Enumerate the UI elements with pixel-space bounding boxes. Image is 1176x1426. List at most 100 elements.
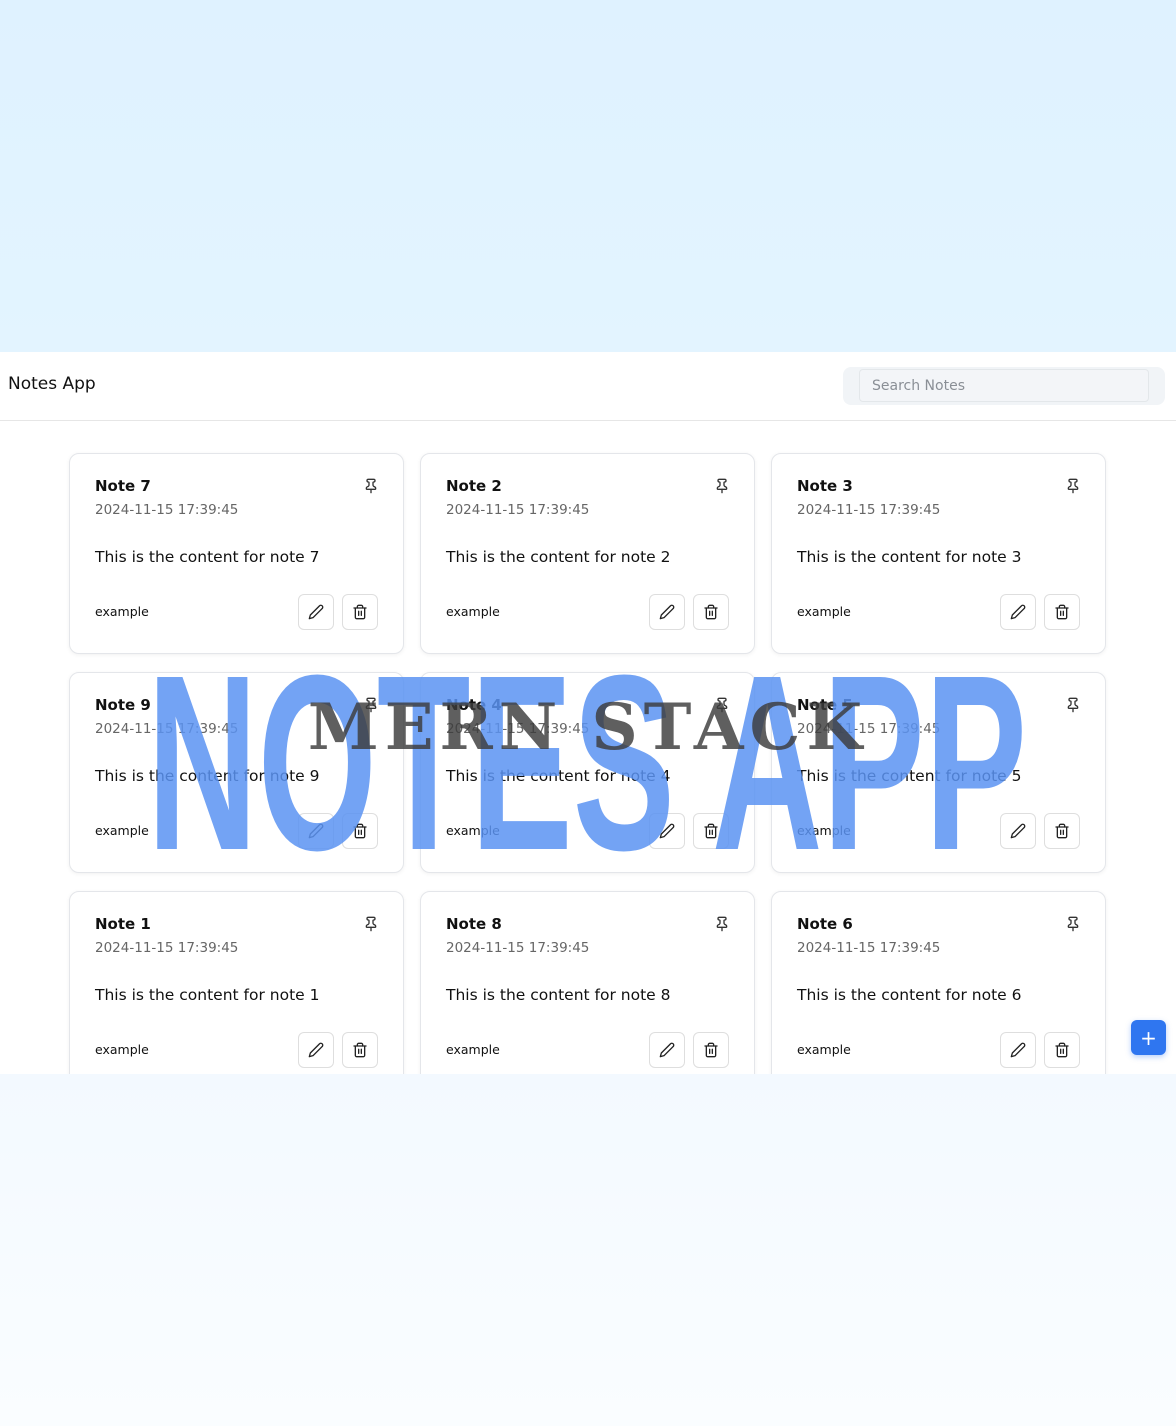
delete-button[interactable]: [342, 594, 378, 630]
bottom-background: [0, 1074, 1176, 1426]
delete-button[interactable]: [1044, 813, 1080, 849]
note-tag: example: [446, 1042, 500, 1057]
note-tag: example: [95, 1042, 149, 1057]
edit-button[interactable]: [649, 1032, 685, 1068]
note-content: This is the content for note 2: [446, 548, 671, 566]
note-card[interactable]: Note 3 2024-11-15 17:39:45 This is the c…: [771, 453, 1106, 654]
note-content: This is the content for note 8: [446, 986, 671, 1004]
pin-icon[interactable]: [1065, 697, 1081, 713]
trash-icon: [352, 823, 368, 839]
search-container: [843, 367, 1165, 405]
notes-app-screenshot: Notes App Note 7 2024-11-15 17:39:45 Thi…: [0, 352, 1176, 1074]
trash-icon: [352, 1042, 368, 1058]
note-content: This is the content for note 1: [95, 986, 320, 1004]
pencil-icon: [308, 1042, 324, 1058]
delete-button[interactable]: [693, 594, 729, 630]
search-input[interactable]: [859, 369, 1149, 402]
pin-icon[interactable]: [714, 478, 730, 494]
note-date: 2024-11-15 17:39:45: [797, 502, 941, 518]
pin-icon[interactable]: [714, 916, 730, 932]
edit-button[interactable]: [649, 813, 685, 849]
note-card[interactable]: Note 2 2024-11-15 17:39:45 This is the c…: [420, 453, 755, 654]
pin-icon[interactable]: [363, 478, 379, 494]
note-date: 2024-11-15 17:39:45: [446, 940, 590, 956]
note-date: 2024-11-15 17:39:45: [797, 940, 941, 956]
note-title: Note 8: [446, 915, 502, 933]
trash-icon: [1054, 604, 1070, 620]
pencil-icon: [308, 823, 324, 839]
notes-grid: Note 7 2024-11-15 17:39:45 This is the c…: [69, 453, 1106, 1074]
note-tag: example: [797, 1042, 851, 1057]
note-card[interactable]: Note 7 2024-11-15 17:39:45 This is the c…: [69, 453, 404, 654]
edit-button[interactable]: [649, 594, 685, 630]
edit-button[interactable]: [298, 594, 334, 630]
trash-icon: [1054, 823, 1070, 839]
navbar: Notes App: [0, 352, 1176, 421]
note-date: 2024-11-15 17:39:45: [446, 502, 590, 518]
delete-button[interactable]: [1044, 1032, 1080, 1068]
trash-icon: [703, 1042, 719, 1058]
note-card[interactable]: Note 8 2024-11-15 17:39:45 This is the c…: [420, 891, 755, 1074]
note-title: Note 6: [797, 915, 853, 933]
trash-icon: [703, 823, 719, 839]
pin-icon[interactable]: [1065, 916, 1081, 932]
note-tag: example: [446, 604, 500, 619]
note-content: This is the content for note 6: [797, 986, 1022, 1004]
trash-icon: [1054, 1042, 1070, 1058]
delete-button[interactable]: [693, 813, 729, 849]
note-content: This is the content for note 3: [797, 548, 1022, 566]
pencil-icon: [1010, 1042, 1026, 1058]
edit-button[interactable]: [1000, 813, 1036, 849]
note-content: This is the content for note 5: [797, 767, 1022, 785]
note-card[interactable]: Note 6 2024-11-15 17:39:45 This is the c…: [771, 891, 1106, 1074]
pin-icon[interactable]: [363, 697, 379, 713]
note-content: This is the content for note 4: [446, 767, 671, 785]
note-content: This is the content for note 9: [95, 767, 320, 785]
edit-button[interactable]: [298, 813, 334, 849]
note-title: Note 4: [446, 696, 502, 714]
note-title: Note 1: [95, 915, 151, 933]
pencil-icon: [1010, 823, 1026, 839]
pencil-icon: [659, 823, 675, 839]
delete-button[interactable]: [1044, 594, 1080, 630]
pencil-icon: [1010, 604, 1026, 620]
note-tag: example: [797, 604, 851, 619]
note-card[interactable]: Note 5 2024-11-15 17:39:45 This is the c…: [771, 672, 1106, 873]
trash-icon: [703, 604, 719, 620]
pencil-icon: [659, 1042, 675, 1058]
note-title: Note 3: [797, 477, 853, 495]
note-date: 2024-11-15 17:39:45: [95, 502, 239, 518]
pin-icon[interactable]: [363, 916, 379, 932]
note-title: Note 5: [797, 696, 853, 714]
note-content: This is the content for note 7: [95, 548, 320, 566]
delete-button[interactable]: [342, 813, 378, 849]
top-background: [0, 0, 1176, 352]
pin-icon[interactable]: [714, 697, 730, 713]
note-tag: example: [446, 823, 500, 838]
pencil-icon: [659, 604, 675, 620]
note-card[interactable]: Note 4 2024-11-15 17:39:45 This is the c…: [420, 672, 755, 873]
note-date: 2024-11-15 17:39:45: [446, 721, 590, 737]
note-date: 2024-11-15 17:39:45: [797, 721, 941, 737]
note-tag: example: [95, 823, 149, 838]
plus-icon: +: [1140, 1025, 1157, 1050]
pin-icon[interactable]: [1065, 478, 1081, 494]
edit-button[interactable]: [1000, 1032, 1036, 1068]
note-title: Note 9: [95, 696, 151, 714]
edit-button[interactable]: [1000, 594, 1036, 630]
note-date: 2024-11-15 17:39:45: [95, 721, 239, 737]
note-tag: example: [797, 823, 851, 838]
note-card[interactable]: Note 9 2024-11-15 17:39:45 This is the c…: [69, 672, 404, 873]
pencil-icon: [308, 604, 324, 620]
add-note-button[interactable]: +: [1131, 1020, 1166, 1055]
note-title: Note 2: [446, 477, 502, 495]
trash-icon: [352, 604, 368, 620]
note-card[interactable]: Note 1 2024-11-15 17:39:45 This is the c…: [69, 891, 404, 1074]
note-tag: example: [95, 604, 149, 619]
app-brand[interactable]: Notes App: [8, 374, 96, 394]
delete-button[interactable]: [342, 1032, 378, 1068]
note-date: 2024-11-15 17:39:45: [95, 940, 239, 956]
edit-button[interactable]: [298, 1032, 334, 1068]
delete-button[interactable]: [693, 1032, 729, 1068]
note-title: Note 7: [95, 477, 151, 495]
